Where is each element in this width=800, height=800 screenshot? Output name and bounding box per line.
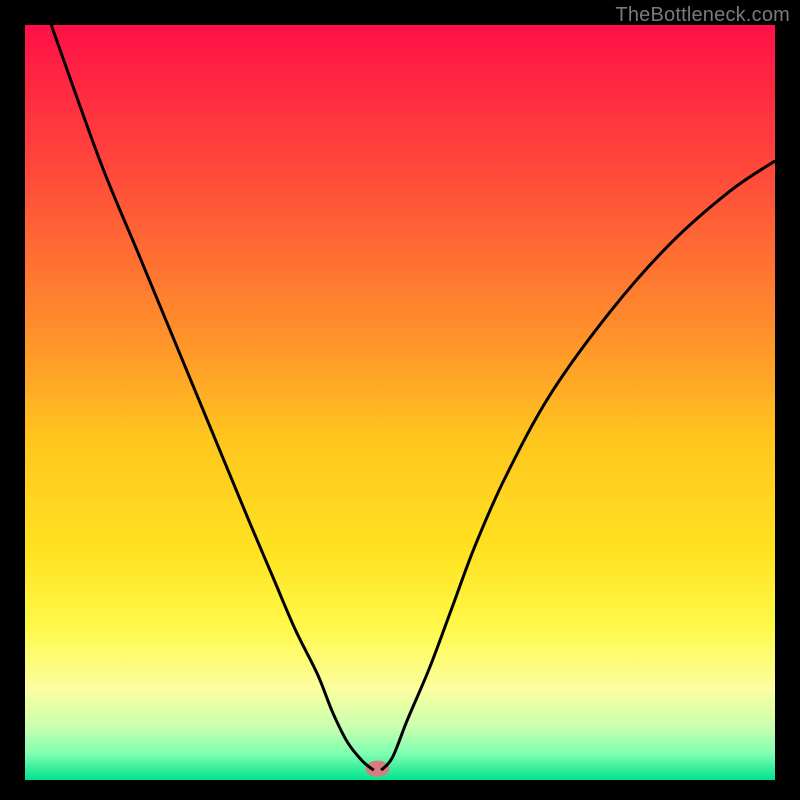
chart-frame: TheBottleneck.com (0, 0, 800, 800)
gradient-background (25, 25, 775, 780)
plot-svg (25, 25, 775, 780)
plot-area (25, 25, 775, 780)
watermark-text: TheBottleneck.com (615, 4, 790, 27)
